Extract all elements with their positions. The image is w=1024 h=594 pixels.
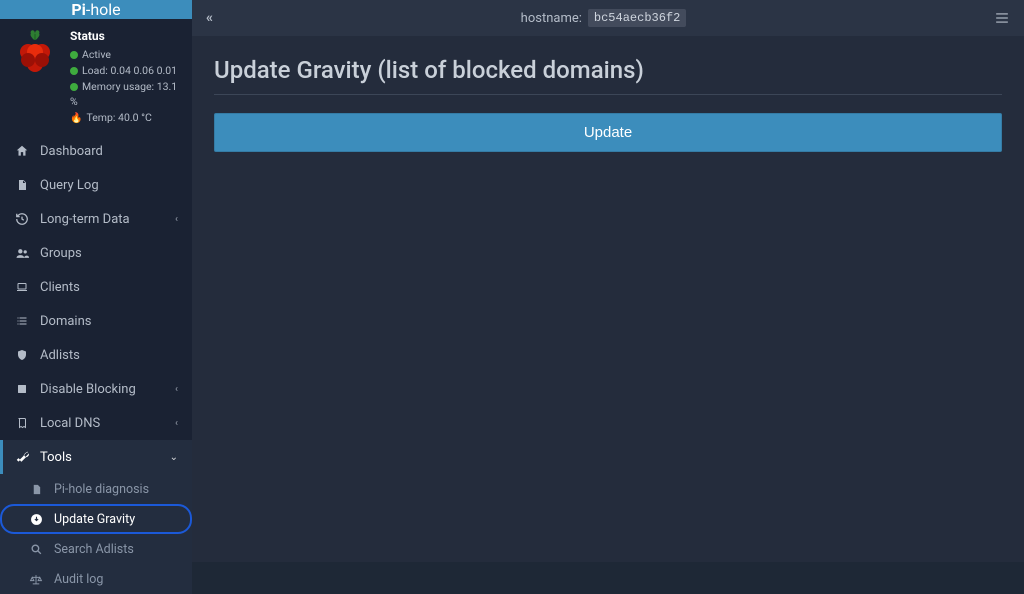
chevron-left-icon: ‹ [175, 418, 178, 429]
raspberry-icon [11, 28, 59, 76]
hostname-label: hostname: [521, 11, 582, 26]
file-medical-icon [28, 481, 44, 497]
temp-icon: 🔥 [70, 113, 82, 124]
chevron-left-icon: ‹ [175, 384, 178, 395]
balance-icon [28, 571, 44, 587]
status-active: Active [70, 47, 182, 63]
nav-label: Adlists [40, 348, 80, 363]
nav-groups[interactable]: Groups [0, 236, 192, 270]
search-icon [28, 541, 44, 557]
status-dot-icon [70, 51, 78, 59]
sidebar-toggle-icon[interactable]: « [206, 10, 213, 26]
nav-label: Clients [40, 280, 80, 295]
nav-label: Local DNS [40, 416, 100, 431]
subnav-diagnosis[interactable]: Pi-hole diagnosis [0, 474, 192, 504]
users-icon [14, 245, 30, 261]
status-dot-icon [70, 67, 78, 75]
nav-longterm-data[interactable]: Long-term Data ‹ [0, 202, 192, 236]
file-icon [14, 177, 30, 193]
stop-icon [14, 381, 30, 397]
hostname-badge: bc54aecb36f2 [588, 9, 686, 27]
tools-icon [14, 449, 30, 465]
nav-label: Long-term Data [40, 212, 130, 227]
shield-icon [14, 347, 30, 363]
list-icon [14, 313, 30, 329]
nav-domains[interactable]: Domains [0, 304, 192, 338]
update-button[interactable]: Update [214, 113, 1002, 152]
nav-label: Query Log [40, 178, 99, 193]
nav-adlists[interactable]: Adlists [0, 338, 192, 372]
page-title: Update Gravity (list of blocked domains) [214, 56, 1002, 95]
subnav-label: Search Adlists [54, 542, 134, 557]
chevron-left-icon: ‹ [175, 214, 178, 225]
nav-label: Disable Blocking [40, 382, 136, 397]
subnav-label: Audit log [54, 572, 103, 587]
subnav-label: Update Gravity [54, 512, 135, 527]
hostname-display: hostname: bc54aecb36f2 [521, 9, 687, 27]
status-dot-icon [70, 83, 78, 91]
brand-suffix: -hole [86, 0, 121, 19]
chevron-down-icon: ⌄ [170, 452, 178, 463]
pihole-logo [10, 27, 60, 77]
subnav-audit-log[interactable]: Audit log [0, 564, 192, 594]
status-load: Load: 0.04 0.06 0.01 [70, 63, 182, 79]
subnav-update-gravity[interactable]: Update Gravity [0, 504, 192, 534]
nav-disable-blocking[interactable]: Disable Blocking ‹ [0, 372, 192, 406]
status-temp: 🔥Temp: 40.0 °C [70, 110, 182, 126]
book-icon [14, 415, 30, 431]
nav-dashboard[interactable]: Dashboard [0, 134, 192, 168]
nav-label: Domains [40, 314, 91, 329]
topbar: « hostname: bc54aecb36f2 [192, 0, 1024, 36]
status-block: Status Active Load: 0.04 0.06 0.01 Memor… [0, 19, 192, 134]
nav-local-dns[interactable]: Local DNS ‹ [0, 406, 192, 440]
history-icon [14, 211, 30, 227]
nav-tools[interactable]: Tools ⌄ [0, 440, 192, 474]
status-memory: Memory usage: 13.1 % [70, 79, 182, 111]
subnav-label: Pi-hole diagnosis [54, 482, 149, 497]
download-icon [28, 511, 44, 527]
brand-prefix: Pi [71, 0, 86, 19]
nav-label: Dashboard [40, 144, 103, 159]
nav-clients[interactable]: Clients [0, 270, 192, 304]
home-icon [14, 143, 30, 159]
laptop-icon [14, 279, 30, 295]
brand-logo[interactable]: Pi-hole [0, 0, 192, 19]
status-title: Status [70, 27, 182, 45]
subnav-search-adlists[interactable]: Search Adlists [0, 534, 192, 564]
nav-label: Tools [40, 450, 72, 465]
hamburger-menu-icon[interactable] [994, 11, 1010, 25]
nav-query-log[interactable]: Query Log [0, 168, 192, 202]
nav-label: Groups [40, 246, 82, 261]
